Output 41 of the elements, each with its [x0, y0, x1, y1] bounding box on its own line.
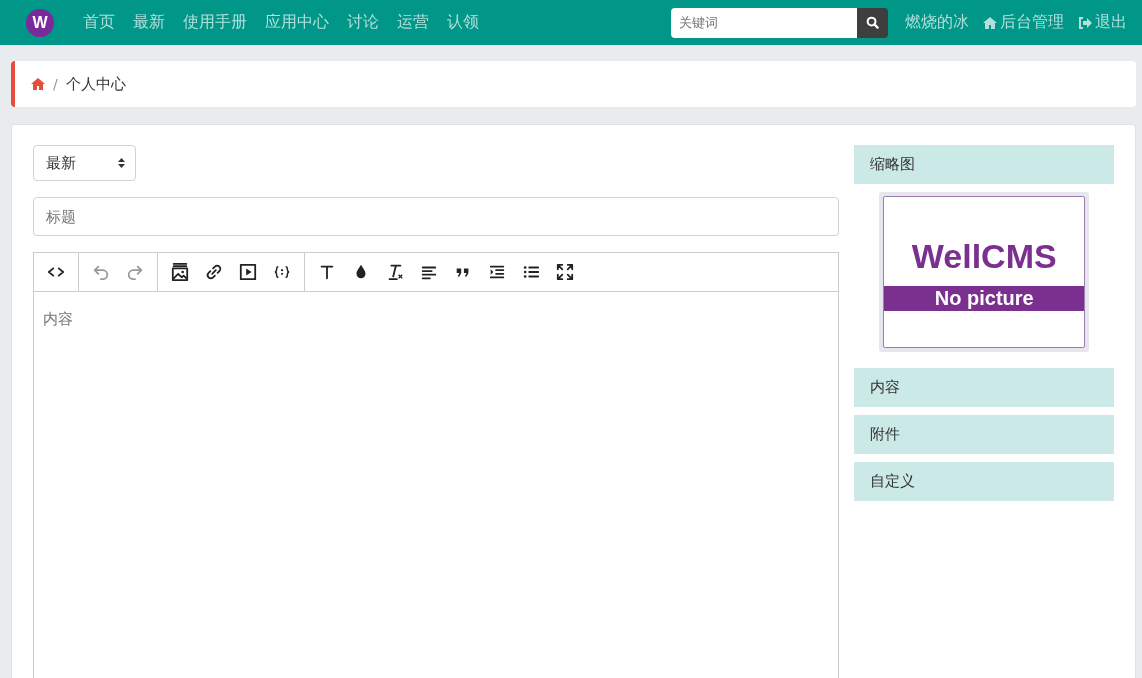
content-field[interactable]: 内容: [33, 291, 840, 678]
admin-link[interactable]: 后台管理: [976, 12, 1071, 33]
thumbnail-frame[interactable]: WellCMS No picture: [879, 192, 1090, 352]
section-heading[interactable]: 自定义: [854, 462, 1114, 501]
fullscreen-icon: [556, 263, 574, 281]
nav-link[interactable]: 讨论: [340, 12, 386, 33]
nav-link[interactable]: 认领: [440, 12, 486, 33]
clear-format-icon: [386, 263, 404, 281]
site-logo[interactable]: W: [26, 8, 54, 37]
nav-link[interactable]: 运营: [390, 12, 436, 33]
logout-link[interactable]: 退出: [1071, 12, 1134, 33]
sign-out-icon: [1078, 16, 1092, 29]
brand-text: WellCMS: [911, 237, 1057, 276]
text-icon: [318, 263, 336, 281]
link-icon: [205, 263, 223, 281]
section-heading[interactable]: 内容: [854, 368, 1114, 407]
home-icon[interactable]: [31, 78, 45, 90]
user-link[interactable]: 燃烧的冰: [898, 12, 976, 33]
redo-icon: [126, 263, 144, 281]
nav-link[interactable]: 首页: [76, 12, 122, 33]
home-icon: [983, 16, 997, 29]
play-icon: [239, 263, 257, 281]
caption-banner: No picture: [884, 286, 1085, 311]
section-heading[interactable]: 附件: [854, 415, 1114, 454]
undo-icon: [92, 263, 110, 281]
search-button[interactable]: [857, 7, 888, 38]
nav-link[interactable]: 应用中心: [258, 12, 336, 33]
caret-icon: [118, 158, 125, 168]
search-icon: [866, 16, 879, 29]
image-icon: [171, 263, 189, 281]
breadcrumb-item: 个人中心: [65, 74, 126, 94]
title-field[interactable]: 标题: [33, 197, 840, 236]
nav-link[interactable]: 使用手册: [176, 12, 254, 33]
sort-select[interactable]: 最新: [33, 145, 136, 181]
list-icon: [522, 263, 540, 281]
search-field[interactable]: 关键词: [671, 7, 857, 38]
section-heading[interactable]: 缩略图: [854, 145, 1114, 184]
nav-link[interactable]: 最新: [126, 12, 172, 33]
indent-icon: [488, 263, 506, 281]
braces-icon: [273, 263, 291, 281]
breadcrumb-separator: /: [53, 76, 58, 92]
